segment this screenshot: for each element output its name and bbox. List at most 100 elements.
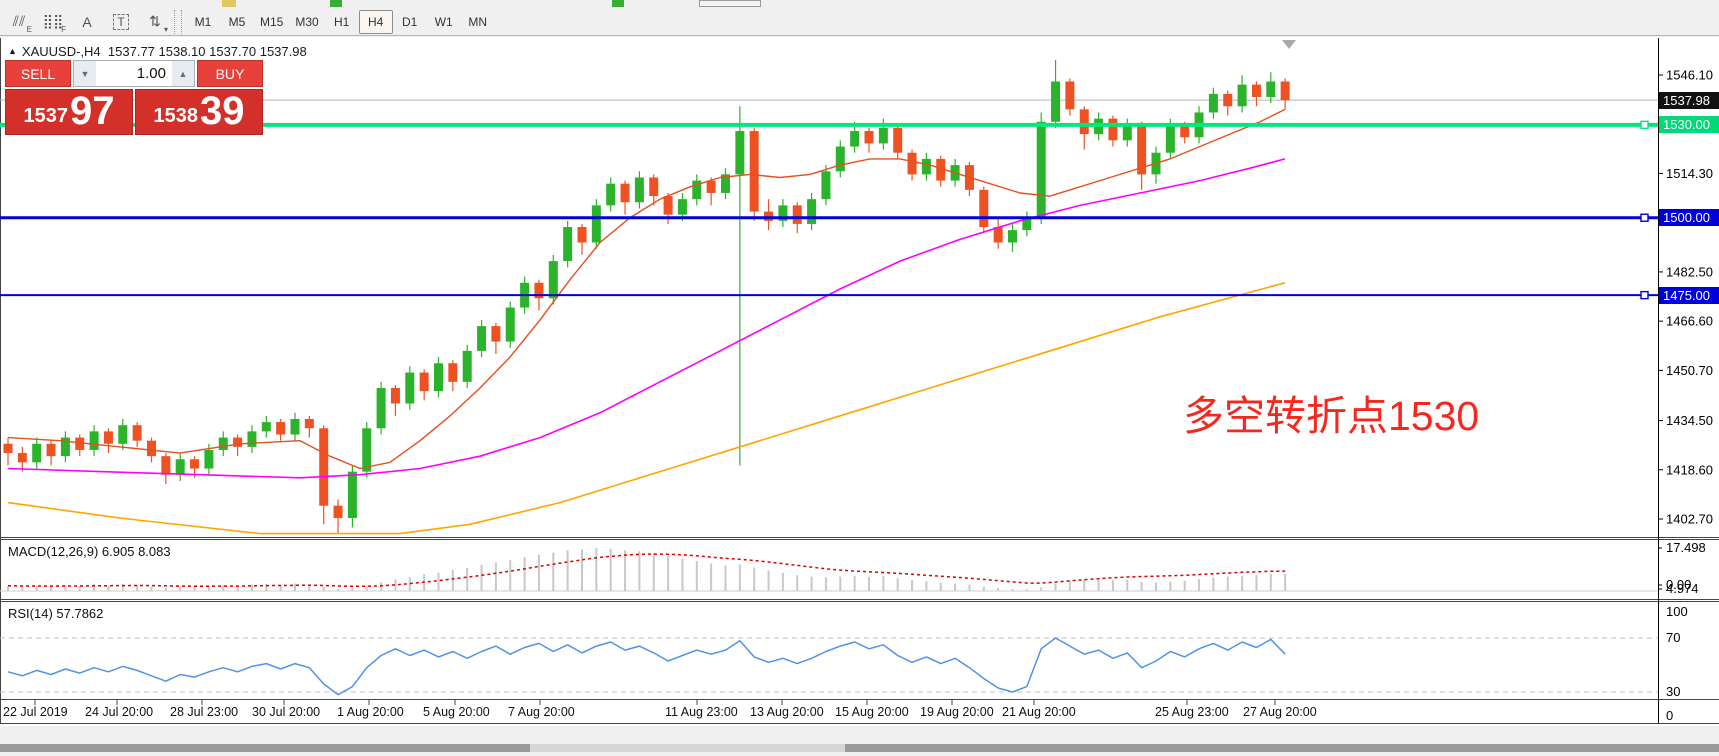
chart-plot: 1546.10 1514.30 1482.50 1466.60 1450.70 1434.… xyxy=(0,38,1719,724)
macd-axis-label: 4.974 xyxy=(1666,581,1699,596)
arrow-objects-icon[interactable]: ⇅ ▾ xyxy=(140,10,170,34)
candle-body xyxy=(89,431,99,450)
candle-body xyxy=(634,177,644,203)
rsi-axis-label: 30 xyxy=(1666,684,1680,699)
candle-body xyxy=(347,471,357,519)
hline-handle xyxy=(1640,213,1649,222)
sell-price-box[interactable]: 1537 97 xyxy=(5,89,133,135)
candle-body xyxy=(1051,81,1061,122)
candle-body xyxy=(979,189,989,228)
chart-toolbar: ⫽⫽ E ⣿⣿ F A T ⇅ ▾ M1 M5 M15 M30 H1 H4 D1 W1 MN xyxy=(0,8,1719,36)
sell-button[interactable]: SELL xyxy=(5,60,71,87)
candle-body xyxy=(161,456,171,475)
price-tick-label: 1514.30 xyxy=(1666,166,1713,181)
buy-button[interactable]: BUY xyxy=(197,60,263,87)
candle-body xyxy=(1122,124,1132,141)
chart-annotation-text: 多空转折点1530 xyxy=(1183,393,1480,439)
macd-axis-label: 17.498 xyxy=(1666,540,1706,555)
price-tick-label: 1402.70 xyxy=(1666,512,1713,527)
candle-body xyxy=(1165,124,1175,153)
candle-body xyxy=(17,453,27,463)
timeframe-M15[interactable]: M15 xyxy=(254,10,289,34)
candle-body xyxy=(333,505,343,519)
rsi-axis-label: 100 xyxy=(1666,604,1688,619)
timeframe-M5[interactable]: M5 xyxy=(220,10,254,34)
time-axis-label: 15 Aug 20:00 xyxy=(835,705,909,719)
clipped-icon xyxy=(612,0,624,7)
timeframe-M30[interactable]: M30 xyxy=(289,10,324,34)
clipped-icon xyxy=(330,0,342,7)
chart-surface[interactable]: 1546.10 1514.30 1482.50 1466.60 1450.70 1434.… xyxy=(0,37,1719,726)
candle-body xyxy=(362,428,372,472)
candle-body xyxy=(390,388,400,404)
timeframe-D1[interactable]: D1 xyxy=(393,10,427,34)
scrollbar-thumb[interactable] xyxy=(530,744,845,752)
timeframe-H4[interactable]: H4 xyxy=(358,9,393,34)
text-label-icon[interactable]: A xyxy=(72,10,102,34)
candle-body xyxy=(448,363,458,382)
candle-body xyxy=(1266,81,1276,97)
price-badge: 1475.00 xyxy=(1659,286,1719,304)
fibonacci-grid-icon[interactable]: ⣿⣿ F xyxy=(38,10,68,34)
candle-body xyxy=(261,422,271,432)
candle-body xyxy=(764,211,774,221)
candle-body xyxy=(505,307,515,342)
symbol-period-label: XAUUSD-,H4 xyxy=(21,44,101,59)
macd-signal-line xyxy=(7,553,1286,588)
candle-body xyxy=(419,372,429,392)
ma-fast-line xyxy=(7,108,1286,470)
candle-body xyxy=(1065,81,1075,110)
candle-body xyxy=(190,459,200,469)
candle-body xyxy=(175,459,185,475)
time-axis-label: 30 Jul 20:00 xyxy=(252,705,320,719)
volume-stepper: ▼ 1.00 ▲ xyxy=(73,60,195,87)
candle-body xyxy=(807,199,817,224)
candle-body xyxy=(606,183,616,206)
price-tick-label: 1482.50 xyxy=(1666,264,1713,279)
candle-body xyxy=(103,431,113,444)
candle-body xyxy=(893,127,903,153)
candle-body xyxy=(735,131,745,175)
ma-slow-line xyxy=(7,282,1286,535)
candle-body xyxy=(591,205,601,243)
buy-price-big: 39 xyxy=(200,89,245,133)
candle-body xyxy=(376,388,386,429)
horizontal-scrollbar[interactable] xyxy=(0,744,1719,752)
candle-body xyxy=(663,196,673,215)
candle-body xyxy=(247,431,257,447)
candle-body xyxy=(1008,230,1017,243)
timeframe-MN[interactable]: MN xyxy=(461,10,495,34)
candle-body xyxy=(118,425,128,444)
rsi-indicator-label: RSI(14) 57.7862 xyxy=(8,606,104,621)
volume-input[interactable]: 1.00 xyxy=(96,61,172,86)
time-axis-label: 19 Aug 20:00 xyxy=(920,705,994,719)
time-axis-label: 7 Aug 20:00 xyxy=(508,705,575,719)
text-box-icon[interactable]: T xyxy=(106,10,136,34)
collapse-marker-icon[interactable]: ▲ xyxy=(8,46,17,56)
hline-handle xyxy=(1640,120,1649,130)
time-axis-label: 24 Jul 20:00 xyxy=(85,705,153,719)
rsi-line xyxy=(7,637,1286,696)
volume-decrease-icon[interactable]: ▼ xyxy=(74,61,96,86)
candle-body xyxy=(32,443,42,463)
buy-price-box[interactable]: 1538 39 xyxy=(135,89,263,135)
equidistant-channel-icon[interactable]: ⫽⫽ E xyxy=(4,10,34,34)
buy-price-small: 1538 xyxy=(153,105,199,127)
candle-body xyxy=(147,440,156,457)
price-tick-label: 1434.50 xyxy=(1666,413,1713,428)
timeframe-H1[interactable]: H1 xyxy=(325,10,359,34)
price-badge: 1537.98 xyxy=(1659,91,1719,109)
timeframe-M1[interactable]: M1 xyxy=(186,10,220,34)
candle-body xyxy=(1237,84,1247,107)
clipped-icon xyxy=(222,0,236,7)
candle-body xyxy=(620,183,630,203)
rsi-axis-label: 0 xyxy=(1666,708,1673,723)
volume-increase-icon[interactable]: ▲ xyxy=(172,61,194,86)
candle-body xyxy=(233,437,243,447)
sell-price-big: 97 xyxy=(70,89,115,133)
candle-body xyxy=(706,180,716,193)
timeframe-W1[interactable]: W1 xyxy=(427,10,461,34)
time-axis-label: 13 Aug 20:00 xyxy=(750,705,824,719)
candle-body xyxy=(1108,118,1118,141)
candle-body xyxy=(563,227,573,262)
